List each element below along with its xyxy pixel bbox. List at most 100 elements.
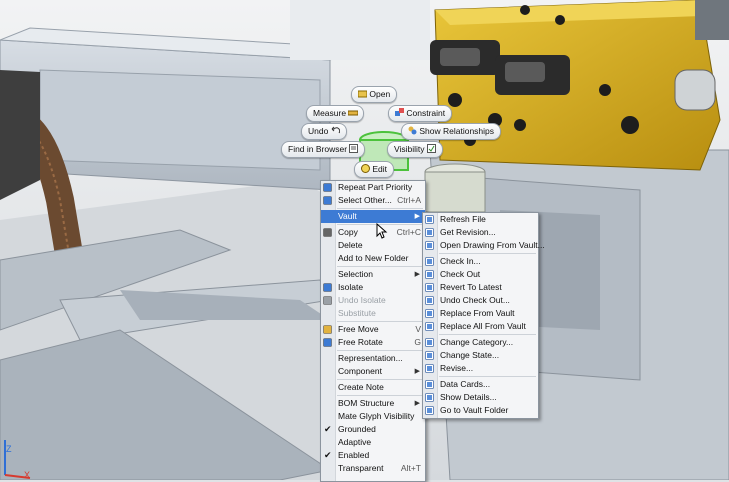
repeat-icon — [323, 183, 332, 192]
open-icon — [357, 88, 368, 98]
replace-icon — [425, 309, 434, 318]
menu-item-repeat-part-priority[interactable]: Repeat Part Priority — [321, 181, 425, 194]
menu-item-adaptive[interactable]: Adaptive — [321, 436, 425, 449]
menu-item-label: Add to New Folder — [338, 253, 409, 263]
find-icon — [349, 143, 359, 153]
menu-item-enabled[interactable]: ✔ Enabled — [321, 449, 425, 462]
marking-find-in-browser-button[interactable]: Find in Browser — [281, 141, 366, 158]
menu-item-delete[interactable]: Delete — [321, 239, 425, 252]
menu-item-free-rotate[interactable]: Free Rotate G — [321, 336, 425, 349]
vault-item-change-category[interactable]: Change Category... — [423, 336, 538, 349]
revert-icon — [425, 283, 434, 292]
menu-item-vault[interactable]: Vault ▶ — [321, 210, 425, 223]
vault-item-refresh-file[interactable]: Refresh File — [423, 213, 538, 226]
menu-item-mate-glyph-visibility[interactable]: Mate Glyph Visibility — [321, 410, 425, 423]
marking-open-button[interactable]: Open — [351, 86, 398, 103]
constraint-icon — [395, 107, 404, 116]
vault-item-label: Refresh File — [440, 214, 486, 224]
check-out-icon — [425, 270, 434, 279]
vault-item-label: Go to Vault Folder — [440, 405, 509, 415]
visibility-icon — [426, 143, 436, 153]
menu-item-label: Mate Glyph Visibility — [338, 411, 415, 421]
menu-item-component[interactable]: Component ▶ — [321, 365, 425, 378]
vault-item-label: Replace All From Vault — [440, 321, 526, 331]
marking-measure-button[interactable]: Measure — [306, 105, 365, 122]
menu-item-bom-structure[interactable]: BOM Structure ▶ — [321, 397, 425, 410]
get-revision-icon — [425, 228, 434, 237]
vault-item-label: Revert To Latest — [440, 282, 502, 292]
data-cards-icon — [425, 380, 434, 389]
vault-item-label: Show Details... — [440, 392, 497, 402]
menu-item-label: Undo Isolate — [338, 295, 386, 305]
marking-edit-label: Edit — [372, 164, 388, 174]
open-drawing-icon — [425, 241, 434, 250]
vault-item-data-cards[interactable]: Data Cards... — [423, 378, 538, 391]
menu-item-label: Component — [338, 366, 382, 376]
marking-show-relationships-button[interactable]: Show Relationships — [401, 123, 502, 140]
submenu-arrow-icon: ▶ — [414, 400, 420, 407]
menu-item-select-other[interactable]: Select Other... Ctrl+A — [321, 194, 425, 207]
ruler-icon — [347, 107, 359, 116]
menu-item-copy[interactable]: Copy Ctrl+C — [321, 226, 425, 239]
menu-item-label: BOM Structure — [338, 398, 395, 408]
menu-item-label: Create Note — [338, 382, 384, 392]
menu-item-label: Delete — [338, 240, 363, 250]
vault-item-show-details[interactable]: Show Details... — [423, 391, 538, 404]
marking-constraint-button[interactable]: Constraint — [388, 105, 453, 122]
vault-item-change-state[interactable]: Change State... — [423, 349, 538, 362]
check-in-icon — [425, 257, 434, 266]
vault-item-revise[interactable]: Revise... — [423, 362, 538, 375]
marking-undo-label: Undo — [308, 126, 329, 136]
vault-item-revert-to-latest[interactable]: Revert To Latest — [423, 281, 538, 294]
free-move-icon — [323, 325, 332, 334]
submenu-arrow-icon: ▶ — [414, 271, 420, 278]
menu-item-label: Free Rotate — [338, 337, 383, 347]
menu-item-label: Selection — [338, 269, 373, 279]
vault-item-label: Check Out — [440, 269, 481, 279]
marking-visibility-label: Visibility — [394, 144, 425, 154]
vault-item-replace-all-from-vault[interactable]: Replace All From Vault — [423, 320, 538, 333]
vault-item-open-drawing-from-vault[interactable]: Open Drawing From Vault... — [423, 239, 545, 252]
menu-item-add-to-new-folder[interactable]: Add to New Folder — [321, 252, 425, 265]
vault-item-go-to-vault-folder[interactable]: Go to Vault Folder — [423, 404, 538, 417]
menu-item-free-move[interactable]: Free Move V — [321, 323, 425, 336]
marking-edit-button[interactable]: Edit — [354, 161, 395, 178]
marking-undo-button[interactable]: Undo — [301, 123, 347, 140]
menu-item-isolate[interactable]: Isolate — [321, 281, 425, 294]
vault-item-check-in[interactable]: Check In... — [423, 255, 538, 268]
vault-item-check-out[interactable]: Check Out — [423, 268, 538, 281]
vault-item-label: Check In... — [440, 256, 481, 266]
vault-item-label: Data Cards... — [440, 379, 491, 389]
mouse-cursor-icon — [376, 223, 388, 239]
menu-item-label: Enabled — [338, 450, 370, 460]
menu-item-selection[interactable]: Selection ▶ — [321, 268, 425, 281]
vault-submenu: Refresh File Get Revision... Open Drawing … — [422, 212, 545, 419]
menu-item-undo-isolate: Undo Isolate — [321, 294, 425, 307]
marking-visibility-button[interactable]: Visibility — [387, 141, 443, 158]
menu-item-grounded[interactable]: ✔ Grounded — [321, 423, 425, 436]
vault-item-get-revision[interactable]: Get Revision... — [423, 226, 538, 239]
menu-item-label: Substitute — [338, 308, 376, 318]
menu-item-label: Grounded — [338, 424, 376, 434]
marking-constraint-label: Constraint — [406, 108, 446, 118]
menu-item-transparent[interactable]: Transparent Alt+T — [321, 462, 425, 475]
vault-item-undo-check-out[interactable]: Undo Check Out... — [423, 294, 538, 307]
menu-item-representation[interactable]: Representation... — [321, 352, 425, 365]
menu-item-shortcut: Ctrl+A — [397, 195, 421, 205]
details-icon — [425, 393, 434, 402]
select-icon — [323, 196, 332, 205]
vault-item-label: Replace From Vault — [440, 308, 515, 318]
vault-item-label: Change State... — [440, 350, 500, 360]
undo-icon — [331, 125, 340, 134]
yellow-clamp-block[interactable] — [430, 0, 729, 171]
marking-find-in-browser-label: Find in Browser — [288, 144, 348, 154]
category-icon — [425, 338, 434, 347]
vault-folder-icon — [425, 406, 434, 415]
menu-item-label: Free Move — [338, 324, 379, 334]
menu-item-label: Representation... — [338, 353, 403, 363]
menu-item-label: Isolate — [338, 282, 364, 292]
vault-item-replace-from-vault[interactable]: Replace From Vault — [423, 307, 538, 320]
vault-item-label: Change Category... — [440, 337, 514, 347]
checkmark-icon: ✔ — [324, 424, 332, 434]
menu-item-create-note[interactable]: Create Note — [321, 381, 425, 394]
